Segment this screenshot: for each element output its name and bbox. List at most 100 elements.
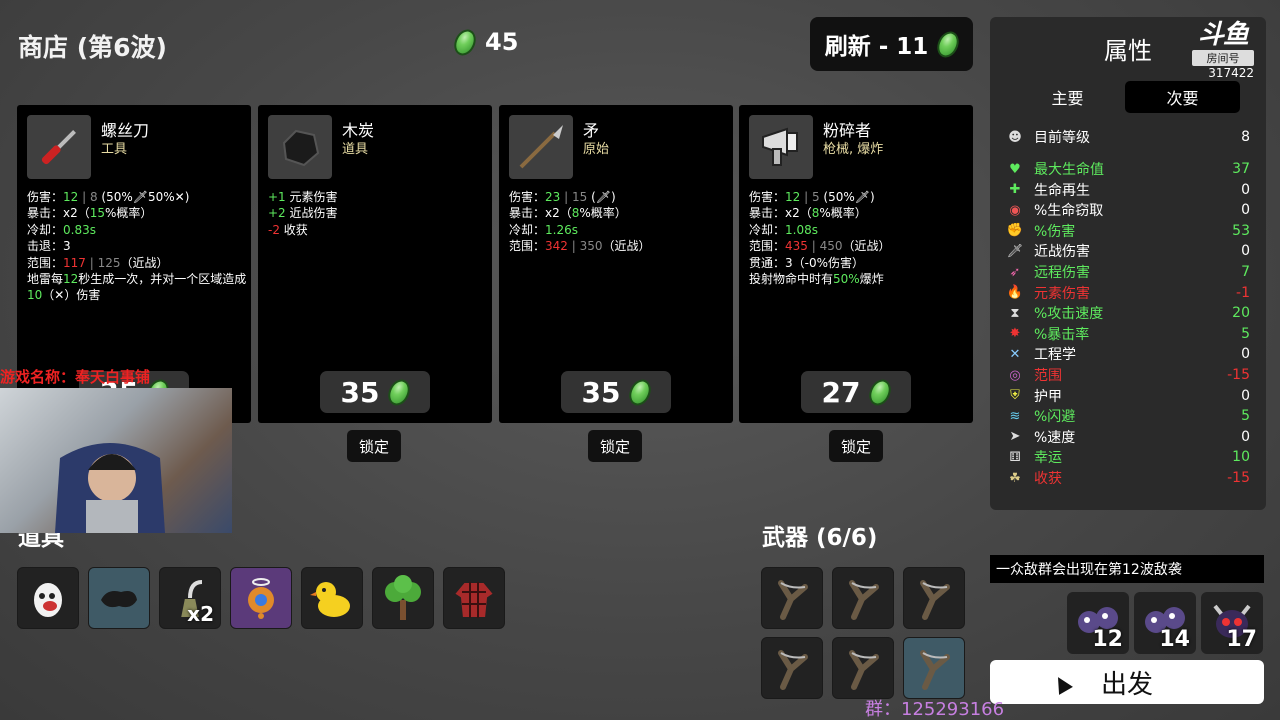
stat-value: 0 xyxy=(1241,387,1250,404)
stat-icon: ✊ xyxy=(1006,223,1024,239)
item-stats: 伤害：12 | 8 (50%🗡50%✕) 暴击：x2（15%概率） 冷却：0.83s… xyxy=(27,190,247,303)
lock-button[interactable]: 锁定 xyxy=(588,430,642,462)
stat-row: ✸ %暴击率 5 xyxy=(1006,324,1250,344)
stat-row: ✊ %伤害 53 xyxy=(1006,221,1250,241)
stat-value: -1 xyxy=(1236,284,1250,301)
stat-label: 元素伤害 xyxy=(1034,285,1090,302)
stat-label: %生命窃取 xyxy=(1034,203,1104,220)
room-id: 317422 xyxy=(1208,66,1254,80)
gold-counter: 45 xyxy=(450,25,518,59)
stat-label: 范围 xyxy=(1034,368,1062,384)
stat-label: %暴击率 xyxy=(1034,326,1090,343)
stat-row: ➶ 远程伤害 7 xyxy=(1006,262,1250,282)
stat-row: ➤ %速度 0 xyxy=(1006,427,1250,447)
stat-row: ⛨ 护甲 0 xyxy=(1006,386,1250,406)
item-slot[interactable] xyxy=(230,567,292,629)
item-stack-badge: x2 xyxy=(187,602,214,626)
slingshot-icon xyxy=(920,580,950,620)
item-slot[interactable]: x2 xyxy=(159,567,221,629)
item-category: 道具 xyxy=(342,142,369,157)
shop-card[interactable]: 矛 原始 伤害：23 | 15 (🗡) 暴击：x2（8%概率） 冷却：1.26s 范围… xyxy=(499,105,733,423)
refresh-button[interactable]: 刷新 - 11 xyxy=(810,17,973,71)
stat-label: %速度 xyxy=(1034,429,1076,446)
start-wave-button[interactable]: 出发 xyxy=(990,660,1264,704)
slingshot-icon xyxy=(778,580,808,620)
weapon-slot[interactable] xyxy=(903,567,965,629)
stat-value: 7 xyxy=(1241,264,1250,280)
stat-label: 生命再生 xyxy=(1034,182,1090,199)
stat-value: -15 xyxy=(1227,367,1250,383)
enemy-slot: 12 xyxy=(1067,592,1129,654)
watermark-logo: 斗鱼 房间号 317422 xyxy=(1188,22,1258,88)
item-slot[interactable] xyxy=(17,567,79,629)
lock-button[interactable]: 锁定 xyxy=(829,430,883,462)
item-stats: 伤害：23 | 15 (🗡) 暴击：x2（8%概率） 冷却：1.26s 范围：342 … xyxy=(509,190,651,254)
stat-icon: ⚅ xyxy=(1009,449,1021,465)
stat-row: ✕ 工程学 0 xyxy=(1006,344,1250,364)
lock-button[interactable]: 锁定 xyxy=(347,430,401,462)
stat-value: 0 xyxy=(1241,243,1250,260)
material-icon xyxy=(384,375,415,409)
material-icon xyxy=(625,375,656,409)
stat-row: ✚ 生命再生 0 xyxy=(1006,180,1250,200)
stat-icon: ➤ xyxy=(1009,429,1021,445)
price-button[interactable]: 35 xyxy=(320,371,430,413)
slingshot-icon xyxy=(849,580,879,620)
room-label: 房间号 xyxy=(1192,50,1254,66)
enemy-count: 14 xyxy=(1159,627,1190,652)
stat-label: %伤害 xyxy=(1034,223,1076,240)
stat-value: 20 xyxy=(1232,305,1250,322)
shop-card[interactable]: 木炭 道具 +1 元素伤害 +2 近战伤害 -2 收获 35 xyxy=(258,105,492,423)
refresh-label: 刷新 - 11 xyxy=(824,34,929,60)
item-slot[interactable] xyxy=(372,567,434,629)
slingshot-icon xyxy=(849,650,879,690)
egg-icon xyxy=(24,574,72,622)
webcam-feed xyxy=(0,388,232,533)
price-button[interactable]: 27 xyxy=(801,371,911,413)
weapon-slot[interactable] xyxy=(903,637,965,699)
group-number-overlay: 群：125293166 xyxy=(865,699,1005,720)
item-category: 原始 xyxy=(583,142,610,157)
stat-icon: ☻ xyxy=(1008,129,1022,145)
price-value: 27 xyxy=(821,375,861,409)
screwdriver-icon xyxy=(27,115,91,179)
stat-row: ◉ %生命窃取 0 xyxy=(1006,200,1250,220)
stat-row: ☘ 收获 -15 xyxy=(1006,468,1250,488)
stat-icon: 🔥 xyxy=(1006,285,1024,301)
stat-icon: 🗡 xyxy=(1006,243,1024,259)
spear-icon xyxy=(509,115,573,179)
enemy-count: 17 xyxy=(1226,627,1257,652)
item-slot[interactable] xyxy=(88,567,150,629)
stat-row: ◎ 范围 -15 xyxy=(1006,365,1250,385)
item-stats: 伤害：12 | 5 (50%🗡) 暴击：x2（8%概率） 冷却：1.08s 范围：43… xyxy=(749,190,891,287)
price-button[interactable]: 35 xyxy=(561,371,671,413)
stat-value: 37 xyxy=(1232,161,1250,177)
charcoal-icon xyxy=(268,115,332,179)
weapon-slot[interactable] xyxy=(761,567,823,629)
stat-value: 0 xyxy=(1241,181,1250,198)
stat-row: ≋ %闪避 5 xyxy=(1006,406,1250,426)
weapon-slot[interactable] xyxy=(832,637,894,699)
stat-label: 远程伤害 xyxy=(1034,265,1090,281)
item-slot[interactable] xyxy=(443,567,505,629)
stat-value: 0 xyxy=(1241,428,1250,445)
item-category: 枪械, 爆炸 xyxy=(823,142,884,157)
tree-icon xyxy=(379,574,427,622)
stat-value: 5 xyxy=(1241,325,1250,342)
stat-label: 收获 xyxy=(1034,471,1062,487)
stat-icon: ✸ xyxy=(1009,326,1021,342)
stat-label: 护甲 xyxy=(1034,388,1062,405)
stat-icon: ☘ xyxy=(1009,470,1021,486)
start-wave-label: 出发 xyxy=(1100,669,1153,700)
weapon-slot[interactable] xyxy=(832,567,894,629)
item-slot[interactable] xyxy=(301,567,363,629)
slingshot-icon xyxy=(920,650,950,690)
stat-value: 0 xyxy=(1241,202,1250,219)
slingshot-icon xyxy=(778,650,808,690)
stat-row: 🗡 近战伤害 0 xyxy=(1006,241,1250,261)
tab-primary[interactable]: 主要 xyxy=(1010,81,1125,113)
weapon-slot[interactable] xyxy=(761,637,823,699)
enemy-slot: 14 xyxy=(1134,592,1196,654)
weapons-title: 武器 (6/6) xyxy=(762,525,878,551)
shop-card[interactable]: 粉碎者 枪械, 爆炸 伤害：12 | 5 (50%🗡) 暴击：x2（8%概率） 冷却… xyxy=(739,105,973,423)
